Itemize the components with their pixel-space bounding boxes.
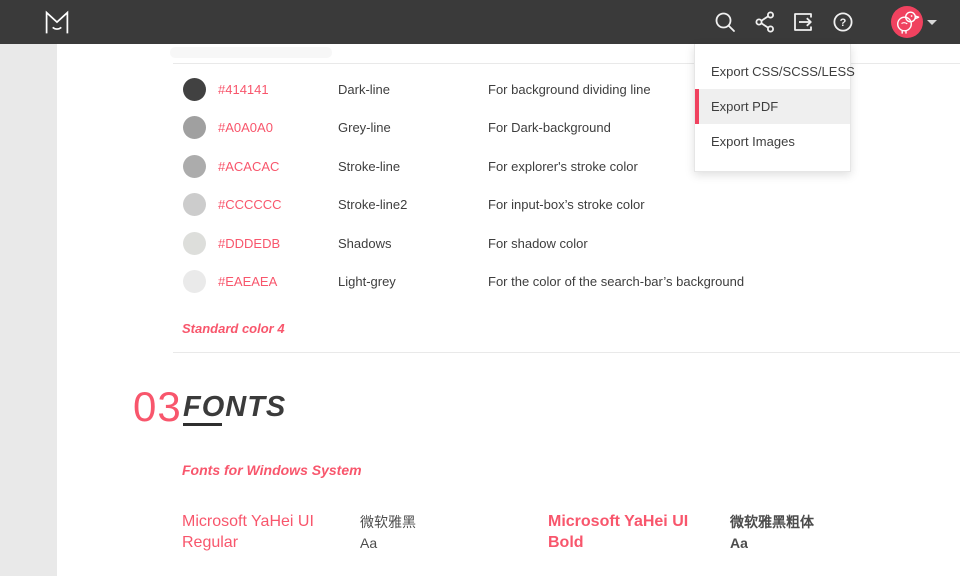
- font-sample-cjk: 微软雅黑: [360, 512, 416, 533]
- color-hex: #DDDEDB: [218, 232, 280, 255]
- color-swatch: [183, 193, 206, 216]
- font-sample-latin: Aa: [360, 533, 416, 554]
- font-sample-cjk: 微软雅黑粗体: [730, 512, 814, 533]
- table-row: #DDDEDB Shadows For shadow color: [0, 232, 960, 255]
- color-table-caption: Standard color 4: [182, 321, 285, 336]
- scrolled-row-highlight: [170, 47, 332, 58]
- menu-item-export-pdf[interactable]: Export PDF: [695, 89, 850, 124]
- color-swatch: [183, 155, 206, 178]
- help-icon[interactable]: ?: [831, 10, 855, 34]
- export-dropdown-menu: Export CSS/SCSS/LESS Export PDF Export I…: [694, 44, 851, 172]
- font-sample-preview: 微软雅黑粗体 Aa: [730, 512, 814, 554]
- font-sample-name: Microsoft YaHei UI Regular: [182, 511, 350, 553]
- color-name: Stroke-line2: [338, 193, 407, 216]
- share-icon[interactable]: [753, 10, 777, 34]
- color-description: For explorer's stroke color: [488, 155, 638, 178]
- color-hex: #ACACAC: [218, 155, 279, 178]
- user-avatar[interactable]: [891, 6, 923, 38]
- table-row: #EAEAEA Light-grey For the color of the …: [0, 270, 960, 293]
- color-hex: #A0A0A0: [218, 116, 273, 139]
- color-swatch: [183, 232, 206, 255]
- app-logo-icon[interactable]: [44, 10, 70, 35]
- font-sample-latin: Aa: [730, 533, 814, 554]
- color-description: For background dividing line: [488, 78, 651, 101]
- color-description: For shadow color: [488, 232, 588, 255]
- svg-text:?: ?: [840, 17, 847, 29]
- top-navbar: ?: [0, 0, 960, 44]
- color-name: Grey-line: [338, 116, 391, 139]
- export-icon[interactable]: [791, 10, 815, 34]
- font-sample-preview: 微软雅黑 Aa: [360, 512, 416, 554]
- section-divider: [173, 352, 960, 353]
- search-icon[interactable]: [713, 10, 737, 34]
- table-row: #CCCCCC Stroke-line2 For input-box’s str…: [0, 193, 960, 216]
- avatar-dropdown-caret-icon[interactable]: [927, 20, 937, 25]
- color-description: For Dark-background: [488, 116, 611, 139]
- color-hex: #CCCCCC: [218, 193, 282, 216]
- color-description: For input-box’s stroke color: [488, 193, 645, 216]
- color-name: Dark-line: [338, 78, 390, 101]
- section-title: FONTS: [183, 393, 286, 422]
- title-underline: [183, 423, 222, 426]
- color-swatch: [183, 78, 206, 101]
- color-hex: #EAEAEA: [218, 270, 277, 293]
- color-swatch: [183, 116, 206, 139]
- fonts-subtitle: Fonts for Windows System: [182, 462, 362, 478]
- menu-item-export-images[interactable]: Export Images: [695, 124, 850, 159]
- color-name: Stroke-line: [338, 155, 400, 178]
- color-swatch: [183, 270, 206, 293]
- font-sample-name: Microsoft YaHei UI Bold: [548, 511, 716, 553]
- section-number: 03: [133, 385, 182, 429]
- color-name: Light-grey: [338, 270, 396, 293]
- color-name: Shadows: [338, 232, 391, 255]
- menu-item-export-css[interactable]: Export CSS/SCSS/LESS: [695, 54, 850, 89]
- color-description: For the color of the search-bar’s backgr…: [488, 270, 744, 293]
- color-hex: #414141: [218, 78, 269, 101]
